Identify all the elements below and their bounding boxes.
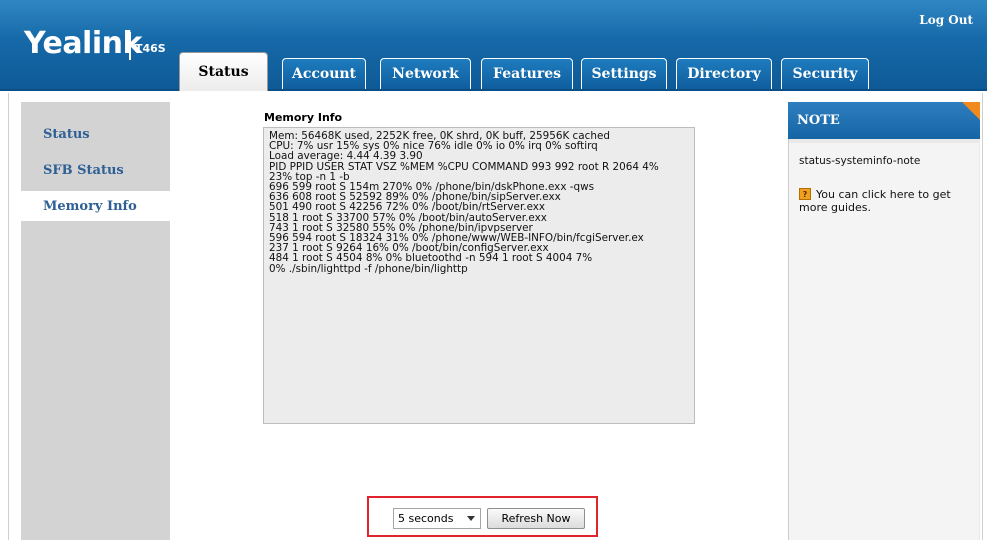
memory-line: 0% ./sbin/lighttpd -f /phone/bin/lighttp: [269, 263, 468, 274]
note-id-text: status-systeminfo-note: [799, 155, 921, 167]
tab-account[interactable]: Account: [282, 58, 366, 89]
note-title: NOTE: [797, 113, 840, 128]
section-title: Memory Info: [264, 111, 343, 124]
sidebar: Status SFB Status Memory Info: [21, 102, 170, 540]
memory-line: 501 490 root S 42256 72% 0% /boot/bin/rt…: [269, 202, 546, 213]
memory-info-textbox[interactable]: Mem: 56468K used, 2252K free, 0K shrd, 0…: [263, 127, 695, 424]
refresh-interval-value: 5 seconds: [398, 512, 454, 525]
memory-line: 636 608 root S 52592 89% 0% /phone/bin/s…: [269, 192, 561, 203]
tab-status[interactable]: Status: [179, 52, 268, 91]
memory-line: Load average: 4.44 4.39 3.90: [269, 151, 423, 162]
logout-link[interactable]: Log Out: [919, 13, 973, 27]
guide-link[interactable]: You can click here to get more guides.: [799, 188, 971, 214]
refresh-interval-select[interactable]: 5 seconds: [393, 508, 481, 529]
tab-settings[interactable]: Settings: [581, 58, 667, 89]
memory-line: 743 1 root S 32580 55% 0% /phone/bin/ipv…: [269, 222, 533, 234]
logo-divider: [129, 32, 131, 60]
memory-line: 23% top -n 1 -b: [269, 171, 350, 183]
memory-line: CPU: 7% usr 15% sys 0% nice 76% idle 0% …: [269, 141, 598, 152]
sidebar-item-status[interactable]: Status: [21, 119, 170, 149]
memory-line: 596 594 root S 18324 31% 0% /phone/www/W…: [269, 233, 644, 244]
memory-line: PID PPID USER STAT VSZ %MEM %CPU COMMAND…: [269, 161, 659, 172]
tab-network[interactable]: Network: [380, 58, 471, 89]
model-label: T46S: [135, 42, 166, 55]
sidebar-item-sfb-status[interactable]: SFB Status: [21, 155, 170, 185]
note-corner-icon: [962, 102, 980, 120]
memory-line: 518 1 root S 33700 57% 0% /boot/bin/auto…: [269, 212, 547, 223]
memory-line: Mem: 56468K used, 2252K free, 0K shrd, 0…: [269, 131, 610, 142]
memory-line: 696 599 root S 154m 270% 0% /phone/bin/d…: [269, 182, 595, 193]
sidebar-item-memory-info[interactable]: Memory Info: [21, 191, 170, 221]
tab-features[interactable]: Features: [481, 58, 573, 89]
memory-line: 237 1 root S 9264 16% 0% /boot/bin/confi…: [269, 243, 549, 254]
memory-line: 484 1 root S 4504 8% 0% bluetoothd -n 59…: [269, 253, 593, 264]
refresh-now-button[interactable]: Refresh Now: [487, 508, 585, 529]
yealink-logo: Yealink: [24, 26, 142, 61]
tab-directory[interactable]: Directory: [676, 58, 772, 89]
tab-security[interactable]: Security: [781, 58, 869, 89]
chevron-down-icon: [467, 516, 475, 521]
